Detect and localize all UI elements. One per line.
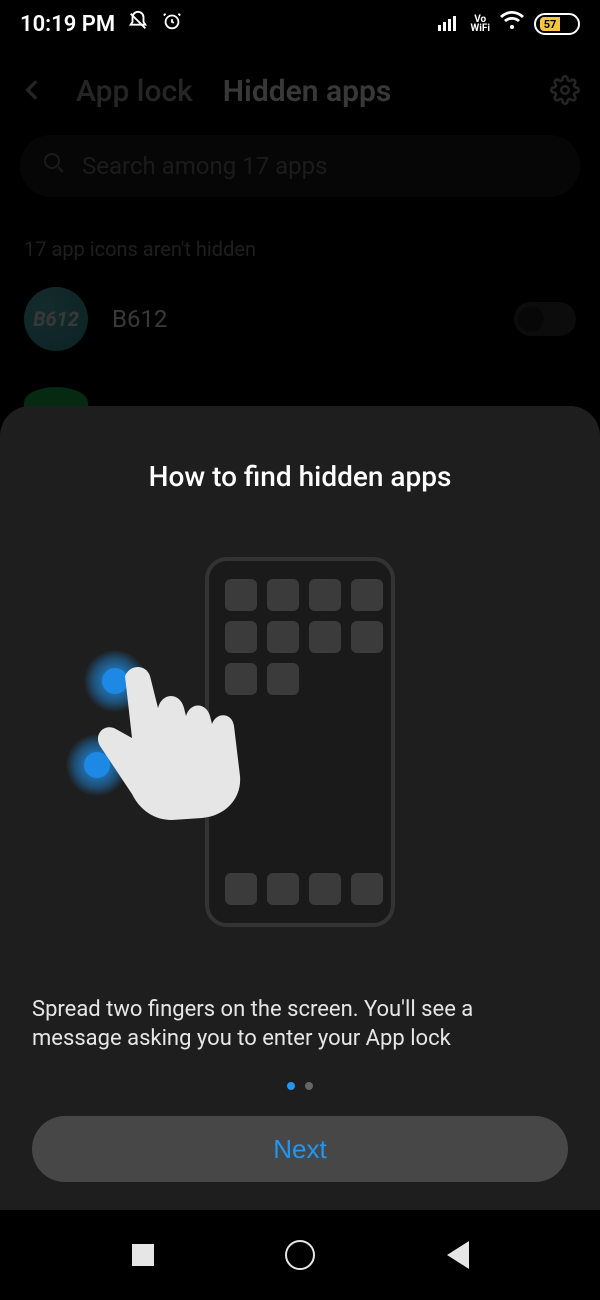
app-name: B612 [112, 305, 490, 333]
gesture-hand-icon [60, 656, 320, 896]
tutorial-description: Spread two fingers on the screen. You'll… [32, 995, 568, 1054]
tab-app-lock[interactable]: App lock [76, 74, 193, 109]
home-button[interactable] [285, 1240, 315, 1270]
search-input[interactable]: Search among 17 apps [20, 135, 580, 197]
gear-icon[interactable] [550, 75, 580, 109]
dnd-icon [127, 10, 149, 38]
app-row-b612[interactable]: B612 B612 [0, 279, 600, 359]
hide-toggle[interactable] [514, 302, 576, 336]
wifi-icon [500, 11, 524, 37]
alarm-icon [161, 10, 183, 38]
vowifi-icon: Vo WiFi [470, 15, 490, 33]
page-dot-2 [305, 1082, 313, 1090]
tutorial-title: How to find hidden apps [149, 460, 452, 493]
tab-hidden-apps[interactable]: Hidden apps [223, 74, 391, 109]
signal-icon [438, 12, 460, 37]
status-bar: 10:19 PM Vo WiFi 57 [0, 0, 600, 44]
page-dot-1 [287, 1082, 295, 1090]
section-label: 17 app icons aren't hidden [0, 211, 600, 279]
app-icon-b612: B612 [24, 287, 88, 351]
recents-button[interactable] [132, 1244, 154, 1266]
back-button[interactable] [447, 1241, 469, 1269]
next-button[interactable]: Next [32, 1116, 568, 1182]
back-icon[interactable] [20, 77, 46, 107]
search-icon [42, 151, 66, 181]
battery-level: 57 [540, 17, 560, 31]
battery-icon: 57 [534, 13, 580, 35]
search-placeholder: Search among 17 apps [82, 152, 327, 180]
page-indicator [287, 1082, 313, 1090]
tutorial-sheet: How to find hidden apps Spread two finge… [0, 406, 600, 1210]
system-nav-bar [0, 1210, 600, 1300]
status-time: 10:19 PM [20, 12, 115, 37]
